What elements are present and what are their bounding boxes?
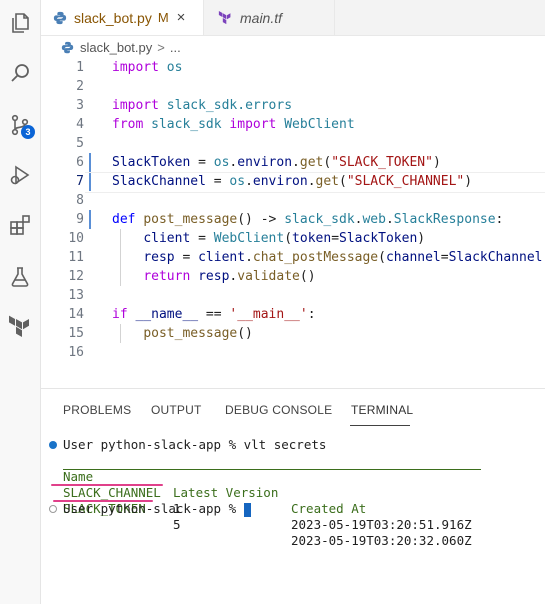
header-created: Created At (291, 501, 367, 516)
terminal-table-row: SLACK_TOKEN 5 2023-05-19T03:20:32.060Z (63, 485, 483, 548)
code-text: if __name__ == '__main__': (112, 307, 316, 322)
prompt-status-icon (49, 505, 57, 513)
modified-indicator: M (157, 10, 169, 25)
code-line: 8 (41, 191, 545, 210)
code-text: client = WebClient(token=SlackToken) (143, 231, 426, 246)
code-line: 3 import slack_sdk.errors (41, 96, 545, 115)
code-line: 5 (41, 134, 545, 153)
line-number: 2 (76, 79, 84, 94)
breadcrumb: slack_bot.py > ... (41, 36, 545, 58)
code-line: 7 SlackChannel = os.environ.get("SLACK_CH… (41, 172, 545, 191)
tab-label: main.tf (240, 9, 283, 26)
terminal-table-header: Name Latest Version Created At (63, 453, 481, 516)
editor-tab-bar: slack_bot.py M × main.tf (41, 0, 545, 36)
code-text: SlackChannel = os.environ.get("SLACK_CHA… (112, 174, 473, 189)
python-icon (61, 41, 74, 54)
line-number: 9 (76, 212, 84, 227)
tab-terminal[interactable]: TERMINAL (351, 403, 413, 417)
extensions-icon[interactable] (5, 210, 35, 240)
source-control-icon[interactable]: 3 (5, 110, 35, 140)
terminal-cursor (243, 502, 251, 517)
line-number: 16 (68, 345, 84, 360)
code-text: resp = client.chat_postMessage(channel=S… (143, 250, 545, 265)
line-number: 11 (68, 250, 84, 265)
line-number: 10 (68, 231, 84, 246)
run-debug-icon[interactable] (5, 160, 35, 190)
breadcrumb-separator: > (157, 39, 165, 55)
python-icon (53, 11, 67, 25)
code-text: def post_message() -> slack_sdk.web.Slac… (112, 212, 504, 227)
code-line: 16 (41, 343, 545, 362)
source-control-badge: 3 (21, 125, 35, 139)
line-number: 12 (68, 269, 84, 284)
line-number: 4 (76, 117, 84, 132)
line-number: 14 (68, 307, 84, 322)
bottom-panel: PROBLEMS OUTPUT DEBUG CONSOLE TERMINAL U… (41, 388, 545, 604)
code-text: post_message() (143, 326, 253, 341)
tab-label: slack_bot.py (74, 9, 152, 26)
tab-main-tf[interactable]: main.tf (204, 0, 335, 35)
terminal-table-row: SLACK_CHANNEL 1 2023-05-19T03:20:51.916Z (63, 469, 483, 532)
terraform-icon (218, 10, 232, 25)
code-line: 12 return resp.validate() (41, 267, 545, 286)
testing-icon[interactable] (5, 262, 35, 292)
code-line: 14 if __name__ == '__main__': (41, 305, 545, 324)
explorer-icon[interactable] (5, 8, 35, 38)
command-status-icon (49, 441, 57, 449)
secret-created: 2023-05-19T03:20:32.060Z (291, 533, 472, 548)
code-editor[interactable]: 1 import os 2 3 import slack_sdk.errors 4 f… (41, 58, 545, 386)
terminal-prompt-line[interactable]: User python-slack-app % (63, 501, 251, 517)
line-number: 3 (76, 98, 84, 113)
tab-output[interactable]: OUTPUT (151, 403, 202, 417)
prompt-text: User python-slack-app % (63, 501, 237, 516)
breadcrumb-file[interactable]: slack_bot.py (80, 40, 152, 55)
code-text: SlackToken = os.environ.get("SLACK_TOKEN… (112, 155, 441, 170)
search-icon[interactable] (5, 58, 35, 88)
code-text: return resp.validate() (143, 269, 316, 284)
activity-bar: 3 (0, 0, 41, 604)
tab-debug-console[interactable]: DEBUG CONSOLE (225, 403, 332, 417)
code-line: 1 import os (41, 58, 545, 77)
code-line: 6 SlackToken = os.environ.get("SLACK_TOKE… (41, 153, 545, 172)
code-line: 13 (41, 286, 545, 305)
line-number: 5 (76, 136, 84, 151)
tab-problems[interactable]: PROBLEMS (63, 403, 131, 417)
code-line: 11 resp = client.chat_postMessage(channe… (41, 248, 545, 267)
code-text: import os (112, 60, 183, 75)
terraform-icon[interactable] (5, 312, 35, 342)
secret-created: 2023-05-19T03:20:51.916Z (291, 517, 472, 532)
code-line: 10 client = WebClient(token=SlackToken) (41, 229, 545, 248)
line-number: 15 (68, 326, 84, 341)
terminal-command-line: User python-slack-app % vlt secrets (63, 437, 327, 452)
line-number: 7 (76, 174, 84, 189)
tab-slack-bot[interactable]: slack_bot.py M × (41, 0, 204, 35)
line-number: 8 (76, 193, 84, 208)
code-text: from slack_sdk import WebClient (112, 117, 355, 132)
secret-version: 5 (173, 517, 181, 532)
code-line: 9 def post_message() -> slack_sdk.web.Sla… (41, 210, 545, 229)
code-line: 4 from slack_sdk import WebClient (41, 115, 545, 134)
active-tab-indicator (350, 425, 410, 426)
close-icon[interactable]: × (177, 9, 186, 26)
code-line: 15 post_message() (41, 324, 545, 343)
line-number: 6 (76, 155, 84, 170)
code-line: 2 (41, 77, 545, 96)
line-number: 13 (68, 288, 84, 303)
line-number: 1 (76, 60, 84, 75)
breadcrumb-rest[interactable]: ... (170, 40, 181, 55)
code-text: import slack_sdk.errors (112, 98, 293, 113)
